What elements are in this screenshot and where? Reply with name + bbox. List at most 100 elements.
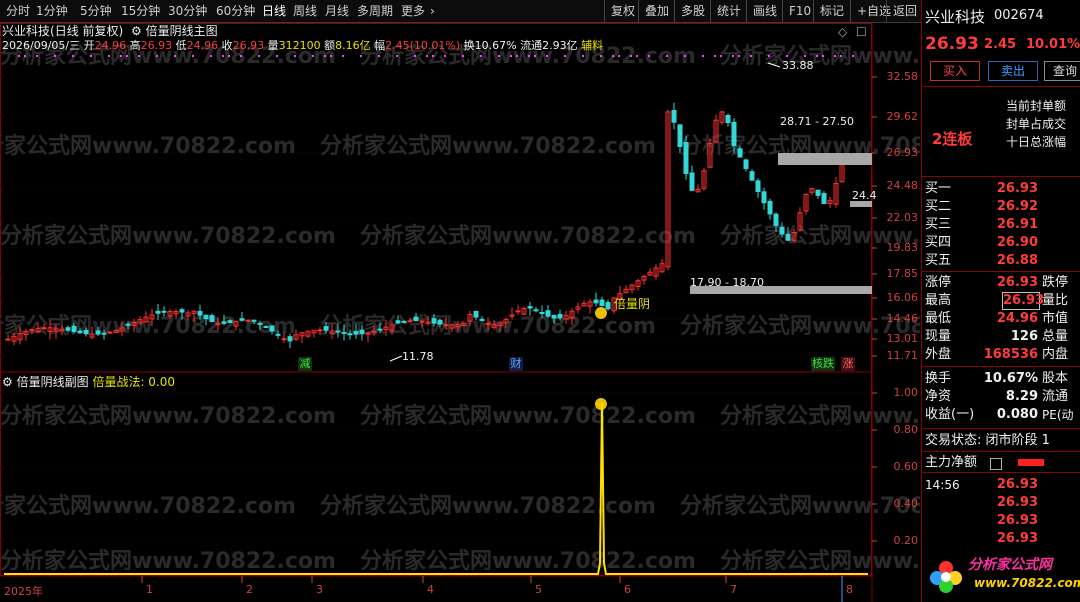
candle-body	[515, 310, 521, 313]
event-marker-drop[interactable]: 核跌	[811, 357, 835, 371]
multi-stock-button[interactable]: 多股	[674, 0, 705, 22]
info-turn-label: 换	[463, 39, 475, 52]
event-marker-rise[interactable]: 涨	[841, 357, 855, 371]
period-tab-daily[interactable]: 日线	[262, 0, 286, 22]
tick-price: 26.93	[996, 477, 1038, 492]
period-tab-5min[interactable]: 5分钟	[80, 0, 112, 22]
info-low: 24.96	[186, 39, 219, 52]
signal-dot	[750, 55, 752, 57]
stat2-right: 流通	[1042, 389, 1069, 404]
candle-body	[443, 324, 449, 327]
period-tab-60min[interactable]: 60分钟	[216, 0, 255, 22]
menu-icon[interactable]	[990, 458, 1002, 470]
signal-dot	[738, 55, 740, 57]
candle-body	[743, 159, 749, 170]
bid-label: 买五	[925, 253, 952, 268]
low-mark-line	[389, 355, 403, 362]
signal-dot	[804, 55, 806, 57]
signal-dot	[546, 55, 548, 57]
signal-dot	[714, 55, 716, 57]
signal-dot	[54, 55, 56, 57]
tick-price: 26.93	[996, 495, 1038, 510]
signal-dot	[840, 55, 842, 57]
adjust-button[interactable]: 复权	[604, 0, 635, 22]
f10-button[interactable]: F10	[782, 0, 811, 22]
sell-button[interactable]: 卖出	[988, 61, 1038, 81]
settings-icon[interactable]: ⚙	[2, 375, 13, 389]
signal-dot	[528, 55, 530, 57]
event-marker-finance[interactable]: 财	[509, 357, 523, 371]
period-tab-15min[interactable]: 15分钟	[121, 0, 160, 22]
stat-right-label: 内盘	[1042, 347, 1069, 362]
indicator-name[interactable]: 倍量阴线主图	[146, 24, 218, 38]
candle-body	[29, 329, 35, 332]
candle-body	[599, 299, 605, 307]
net-flow-bar	[1018, 459, 1044, 466]
signal-dot	[630, 55, 632, 57]
signal-dot	[156, 55, 158, 57]
lianban-badge: 2连板	[932, 130, 973, 148]
candle-body	[239, 318, 245, 321]
stat-value: 126	[1010, 329, 1038, 344]
candle-body	[95, 330, 101, 335]
quote-price: 26.93	[925, 34, 979, 54]
period-tab-fenshi[interactable]: 分时	[6, 0, 30, 22]
stat-label: 涨停	[925, 275, 952, 290]
sub-y-label: 0.80	[893, 423, 919, 436]
candle-body	[155, 310, 161, 314]
draw-line-button[interactable]: 画线	[746, 0, 777, 22]
candle-body	[671, 110, 677, 123]
stat-right-label: 量比	[1042, 293, 1069, 308]
candle-body	[341, 331, 347, 334]
watermark: 分析家公式网www.70822.com	[0, 133, 296, 159]
candle-body	[605, 301, 611, 310]
signal-dot	[312, 55, 314, 57]
stat-value: 26.93	[1002, 292, 1045, 310]
candle-body	[287, 336, 293, 342]
event-marker-reduce[interactable]: 减	[298, 357, 312, 371]
sub-indicator-name[interactable]: 倍量阴线副图	[17, 375, 89, 389]
y-label: 14.46	[886, 312, 919, 325]
period-tab-weekly[interactable]: 周线	[293, 0, 317, 22]
candle-body	[125, 323, 131, 326]
stats-button[interactable]: 统计	[710, 0, 741, 22]
kline-chart-svg[interactable]: 分析家公式网www.70822.com 分析家公式网www.70822.com 分析…	[0, 23, 920, 602]
high-mark: 33.88	[782, 59, 814, 72]
divider	[922, 271, 1080, 272]
back-button[interactable]: 返回	[886, 0, 917, 22]
candle-body	[353, 330, 359, 335]
signal-dot	[636, 55, 638, 57]
stat2-value: 8.29	[1005, 389, 1038, 404]
stat2-value: 0.080	[996, 407, 1038, 422]
add-watchlist-button[interactable]: +自选	[850, 0, 891, 22]
settings-icon[interactable]: ⚙	[131, 24, 142, 38]
bid-label: 买三	[925, 217, 952, 232]
mark-button[interactable]: 标记	[813, 0, 844, 22]
period-tab-30min[interactable]: 30分钟	[168, 0, 207, 22]
info-float-label: 流通	[520, 39, 543, 52]
signal-dot	[414, 55, 416, 57]
diamond-icon[interactable]: ◇	[838, 25, 847, 39]
chart-area[interactable]: 分析家公式网www.70822.com 分析家公式网www.70822.com 分析…	[0, 23, 920, 602]
signal-dot	[612, 55, 614, 57]
signal-dot	[702, 55, 704, 57]
stat-value: 24.96	[996, 311, 1038, 326]
divider	[922, 451, 1080, 452]
period-tab-multi[interactable]: 多周期	[357, 0, 393, 22]
candle-body	[677, 124, 683, 147]
x-label: 7	[730, 583, 737, 596]
candle-body	[689, 172, 695, 191]
chevron-right-icon[interactable]: ›	[430, 0, 435, 22]
buy-button[interactable]: 买入	[930, 61, 980, 81]
period-tab-1min[interactable]: 1分钟	[36, 0, 68, 22]
overlay-button[interactable]: 叠加	[638, 0, 669, 22]
watermark: 分析家公式网www.70822.com	[320, 493, 656, 519]
bid-price: 26.93	[996, 181, 1038, 196]
close-icon[interactable]: ☐	[856, 25, 867, 39]
stock-label: 兴业科技	[2, 24, 51, 38]
period-tab-more[interactable]: 更多	[401, 0, 425, 22]
y-label: 22.03	[886, 211, 919, 224]
watermark: 分析家公式网www.70822.com	[0, 223, 336, 249]
query-button[interactable]: 查询	[1044, 61, 1080, 81]
period-tab-monthly[interactable]: 月线	[325, 0, 349, 22]
